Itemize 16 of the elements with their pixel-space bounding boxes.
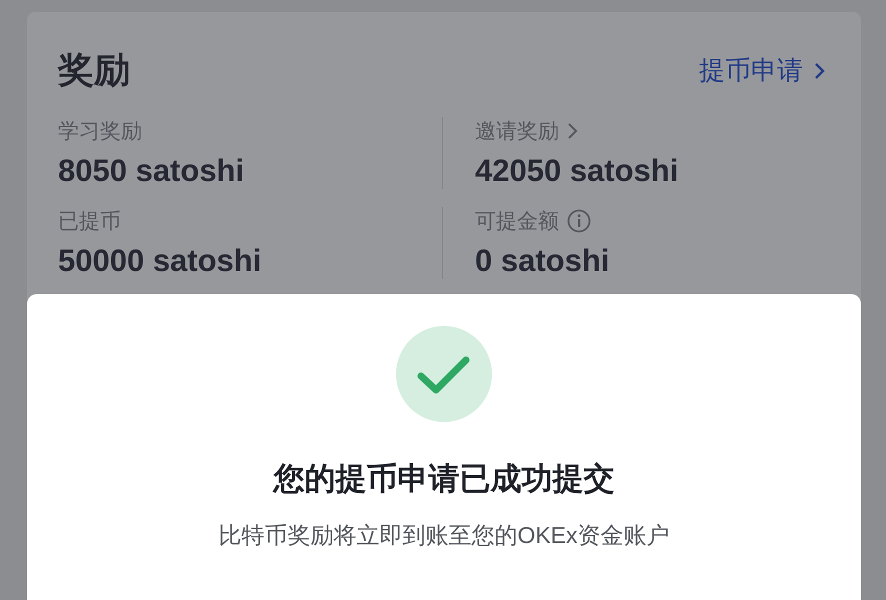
stat-label: 可提金额 [475, 209, 559, 235]
withdraw-request-link[interactable]: 提币申请 [699, 53, 827, 88]
stat-value: 50000 satoshi [58, 243, 262, 279]
stat-value: 8050 satoshi [58, 153, 246, 189]
chevron-icon[interactable] [567, 121, 579, 141]
dialog-message: 比特币奖励将立即到账至您的OKEx资金账户 [218, 521, 670, 550]
stat-value: 42050 satoshi [475, 153, 680, 189]
info-icon[interactable] [567, 209, 591, 233]
stat-label: 学习奖励 [58, 119, 142, 145]
stat-label: 邀请奖励 [475, 119, 559, 145]
success-check-icon [396, 326, 492, 422]
chevron-icon [813, 60, 827, 80]
stat-label: 已提币 [58, 209, 121, 235]
dialog-title: 您的提币申请已成功提交 [274, 460, 614, 498]
stat-value: 0 satoshi [475, 243, 610, 279]
card-title: 奖励 [58, 48, 130, 92]
